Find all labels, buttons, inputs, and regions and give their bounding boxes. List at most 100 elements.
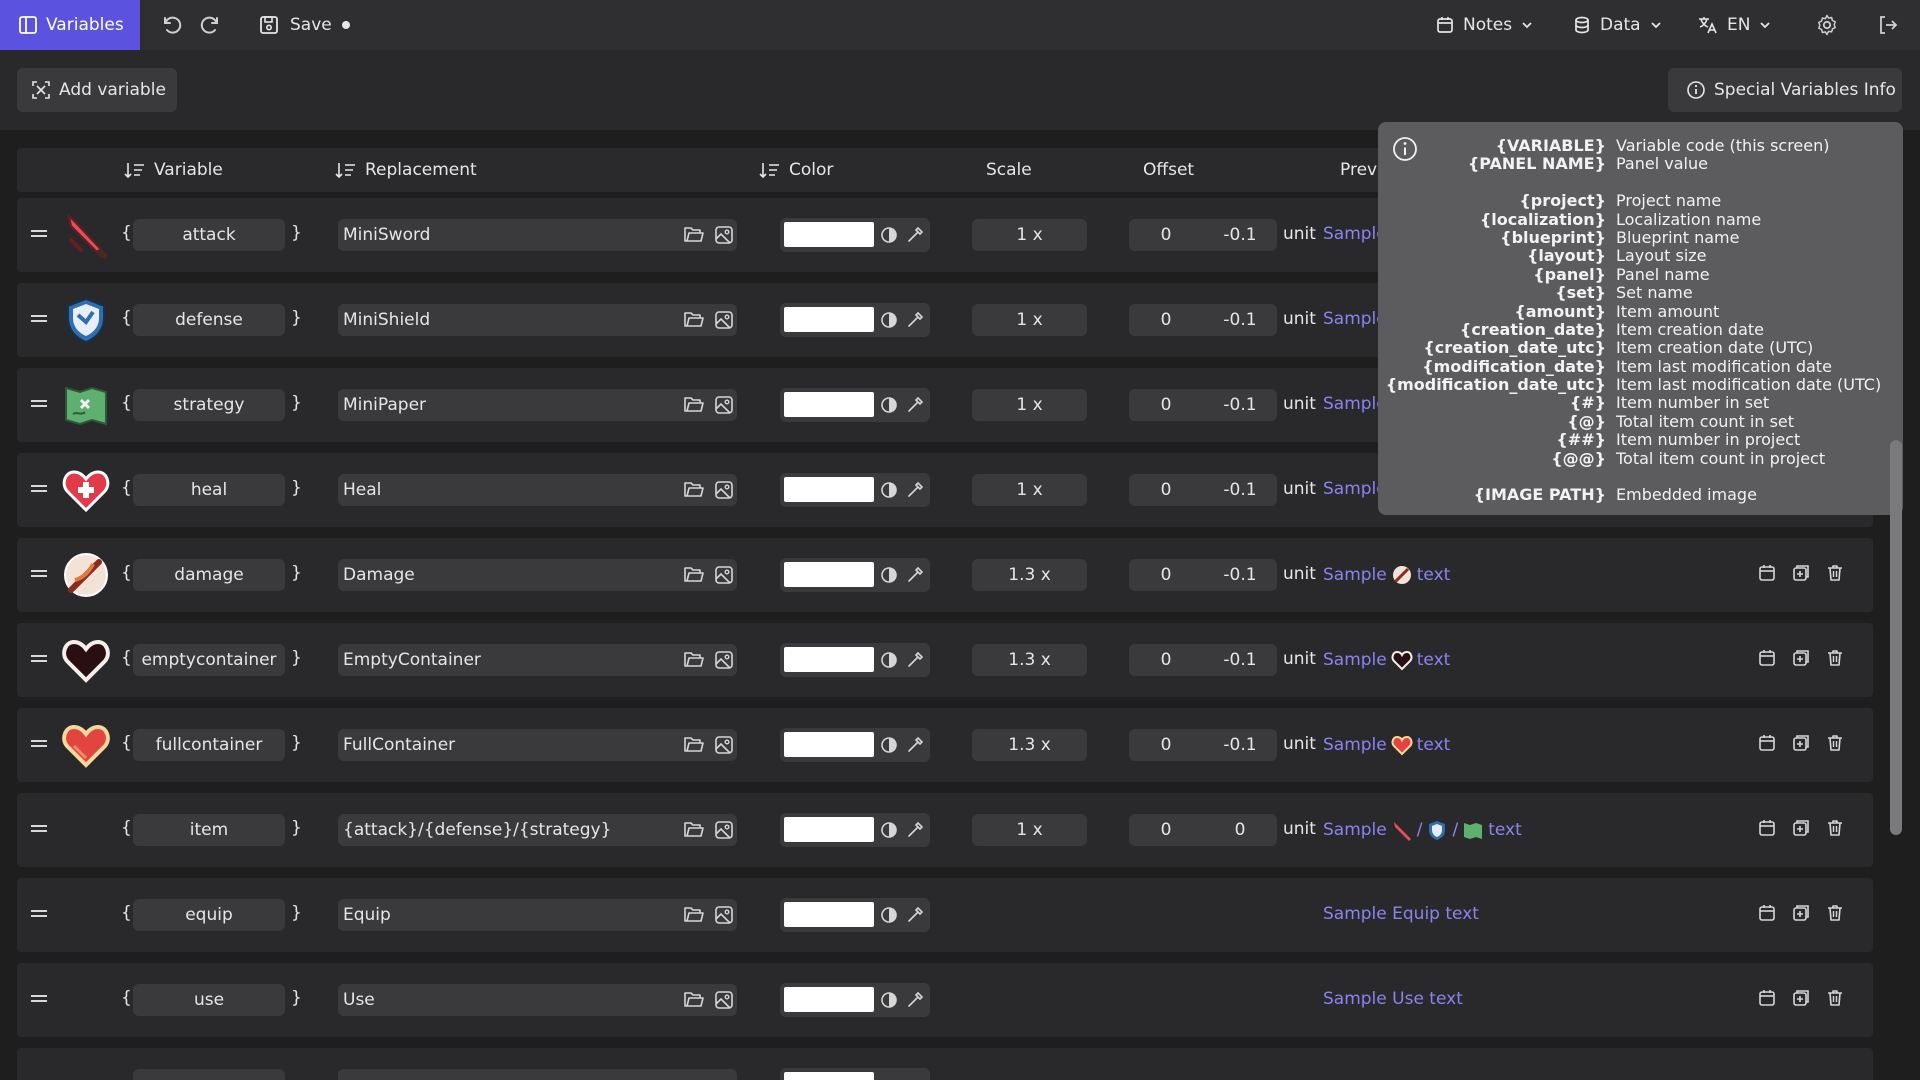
eyedropper-icon[interactable]: [906, 821, 924, 839]
color-swatch[interactable]: [784, 817, 874, 842]
contrast-icon[interactable]: [880, 396, 898, 414]
color-field[interactable]: [780, 643, 930, 677]
contrast-icon[interactable]: [880, 311, 898, 329]
folder-icon[interactable]: [683, 820, 705, 840]
variable-name-field[interactable]: use: [133, 984, 285, 1016]
variable-name-field[interactable]: fullcontainer: [133, 729, 285, 761]
header-replacement[interactable]: Replacement: [335, 148, 477, 192]
eyedropper-icon[interactable]: [906, 311, 924, 329]
header-variable[interactable]: Variable: [124, 148, 223, 192]
replacement-field[interactable]: FullContainer: [338, 729, 737, 761]
color-swatch[interactable]: [784, 562, 874, 587]
color-field[interactable]: [780, 813, 930, 847]
color-swatch[interactable]: [784, 902, 874, 927]
offset-x-field[interactable]: 0: [1129, 304, 1203, 336]
drag-handle-icon[interactable]: [31, 993, 49, 1005]
replacement-field[interactable]: Equip: [338, 899, 737, 931]
offset-x-field[interactable]: 0: [1129, 644, 1203, 676]
folder-icon[interactable]: [683, 310, 705, 330]
offset-x-field[interactable]: 0: [1129, 559, 1203, 591]
color-swatch[interactable]: [784, 477, 874, 502]
calendar-icon[interactable]: [1757, 988, 1777, 1008]
scale-field[interactable]: 1.3 x: [972, 729, 1087, 761]
folder-icon[interactable]: [683, 650, 705, 670]
folder-icon[interactable]: [683, 990, 705, 1010]
color-swatch[interactable]: [784, 392, 874, 417]
scale-field[interactable]: 1.3 x: [972, 644, 1087, 676]
calendar-icon[interactable]: [1757, 563, 1777, 583]
scale-field[interactable]: 1 x: [972, 474, 1087, 506]
offset-y-field[interactable]: -0.1: [1203, 304, 1277, 336]
variable-name-field[interactable]: heal: [133, 474, 285, 506]
table-row[interactable]: {emptycontainer} EmptyContainer 1.3 x 0 -0.1…: [17, 623, 1873, 697]
scale-field[interactable]: 1 x: [972, 814, 1087, 846]
special-variables-info-button[interactable]: Special Variables Info: [1668, 68, 1902, 112]
color-field[interactable]: [780, 473, 930, 507]
exit-icon[interactable]: [1876, 13, 1900, 37]
eyedropper-icon[interactable]: [906, 226, 924, 244]
contrast-icon[interactable]: [880, 736, 898, 754]
image-icon[interactable]: [714, 225, 734, 245]
drag-handle-icon[interactable]: [31, 823, 49, 835]
drag-handle-icon[interactable]: [31, 568, 49, 580]
color-field[interactable]: [780, 898, 930, 932]
duplicate-icon[interactable]: [1791, 733, 1811, 753]
offset-y-field[interactable]: -0.1: [1203, 729, 1277, 761]
offset-y-field[interactable]: 0: [1203, 814, 1277, 846]
contrast-icon[interactable]: [880, 991, 898, 1009]
variable-name-field[interactable]: defense: [133, 304, 285, 336]
calendar-icon[interactable]: [1757, 818, 1777, 838]
image-icon[interactable]: [714, 310, 734, 330]
scrollbar[interactable]: [1890, 440, 1902, 835]
table-row[interactable]: {fullcontainer} FullContainer 1.3 x 0 -0.1 un…: [17, 708, 1873, 782]
drag-handle-icon[interactable]: [31, 228, 49, 240]
scale-field[interactable]: 1 x: [972, 219, 1087, 251]
offset-x-field[interactable]: 0: [1129, 474, 1203, 506]
drag-handle-icon[interactable]: [31, 398, 49, 410]
eyedropper-icon[interactable]: [906, 566, 924, 584]
offset-y-field[interactable]: -0.1: [1203, 644, 1277, 676]
contrast-icon[interactable]: [880, 226, 898, 244]
folder-icon[interactable]: [683, 735, 705, 755]
variable-name-field[interactable]: damage: [133, 559, 285, 591]
trash-icon[interactable]: [1825, 733, 1845, 753]
duplicate-icon[interactable]: [1791, 818, 1811, 838]
trash-icon[interactable]: [1825, 988, 1845, 1008]
image-icon[interactable]: [714, 480, 734, 500]
image-icon[interactable]: [714, 990, 734, 1010]
scale-field[interactable]: 1 x: [972, 304, 1087, 336]
replacement-field[interactable]: MiniPaper: [338, 389, 737, 421]
offset-x-field[interactable]: 0: [1129, 389, 1203, 421]
contrast-icon[interactable]: [880, 651, 898, 669]
offset-x-field[interactable]: 0: [1129, 219, 1203, 251]
eyedropper-icon[interactable]: [906, 991, 924, 1009]
folder-icon[interactable]: [683, 480, 705, 500]
table-row[interactable]: {damage} Damage 1.3 x 0 -0.1 unit Sample text: [17, 538, 1873, 612]
color-field[interactable]: [780, 1068, 930, 1080]
color-swatch[interactable]: [784, 222, 874, 247]
contrast-icon[interactable]: [880, 821, 898, 839]
calendar-icon[interactable]: [1757, 733, 1777, 753]
undo-icon[interactable]: [160, 13, 184, 37]
replacement-field[interactable]: {attack}/{defense}/{strategy}: [338, 814, 737, 846]
image-icon[interactable]: [714, 565, 734, 585]
contrast-icon[interactable]: [880, 906, 898, 924]
drag-handle-icon[interactable]: [31, 313, 49, 325]
variable-name-field[interactable]: [133, 1069, 285, 1080]
color-field[interactable]: [780, 983, 930, 1017]
notes-menu[interactable]: Notes: [1435, 0, 1534, 50]
replacement-field[interactable]: EmptyContainer: [338, 644, 737, 676]
replacement-field[interactable]: MiniSword: [338, 219, 737, 251]
folder-icon[interactable]: [683, 395, 705, 415]
replacement-field[interactable]: [338, 1069, 737, 1080]
header-color[interactable]: Color: [759, 148, 833, 192]
folder-icon[interactable]: [683, 905, 705, 925]
image-icon[interactable]: [714, 735, 734, 755]
table-row[interactable]: {equip} Equip Sample Equip text: [17, 878, 1873, 952]
image-icon[interactable]: [714, 650, 734, 670]
offset-x-field[interactable]: 0: [1129, 814, 1203, 846]
replacement-field[interactable]: Heal: [338, 474, 737, 506]
folder-icon[interactable]: [683, 225, 705, 245]
drag-handle-icon[interactable]: [31, 908, 49, 920]
offset-x-field[interactable]: 0: [1129, 729, 1203, 761]
